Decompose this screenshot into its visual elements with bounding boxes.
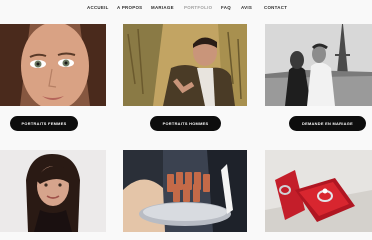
portrait-man-image (123, 24, 247, 106)
nav-link-portfolio[interactable]: PORTFOLIO (184, 5, 212, 10)
champagne-photo[interactable] (123, 150, 247, 232)
nav-link-a-propos[interactable]: A PROPOS (117, 5, 142, 10)
champagne-image (123, 150, 247, 232)
top-navigation: ACCUEIL A PROPOS MARIAGE PORTFOLIO FAQ A… (0, 0, 372, 15)
nav-link-contact[interactable]: CONTACT (264, 5, 287, 10)
portrait-woman-2-image (0, 150, 106, 232)
portraits-femmes-button[interactable]: PORTRAITS FEMMES (10, 116, 78, 131)
nav-link-mariage[interactable]: MARIAGE (151, 5, 174, 10)
nav-link-avis[interactable]: AVIS (241, 5, 252, 10)
nav-link-accueil[interactable]: ACCUEIL (87, 5, 109, 10)
portraits-hommes-button[interactable]: PORTRAITS HOMMES (150, 116, 221, 131)
proposal-couple-image (265, 24, 372, 106)
proposal-couple-photo[interactable] (265, 24, 372, 106)
demande-en-mariage-button[interactable]: DEMANDE EN MARIAGE (289, 116, 366, 131)
ring-box-photo[interactable] (265, 150, 372, 232)
portrait-woman-photo[interactable] (0, 24, 106, 106)
nav-link-faq[interactable]: FAQ (221, 5, 231, 10)
portrait-man-photo[interactable] (123, 24, 247, 106)
portrait-woman-2-photo[interactable] (0, 150, 106, 232)
ring-box-image (265, 150, 372, 232)
portrait-woman-image (0, 24, 106, 106)
